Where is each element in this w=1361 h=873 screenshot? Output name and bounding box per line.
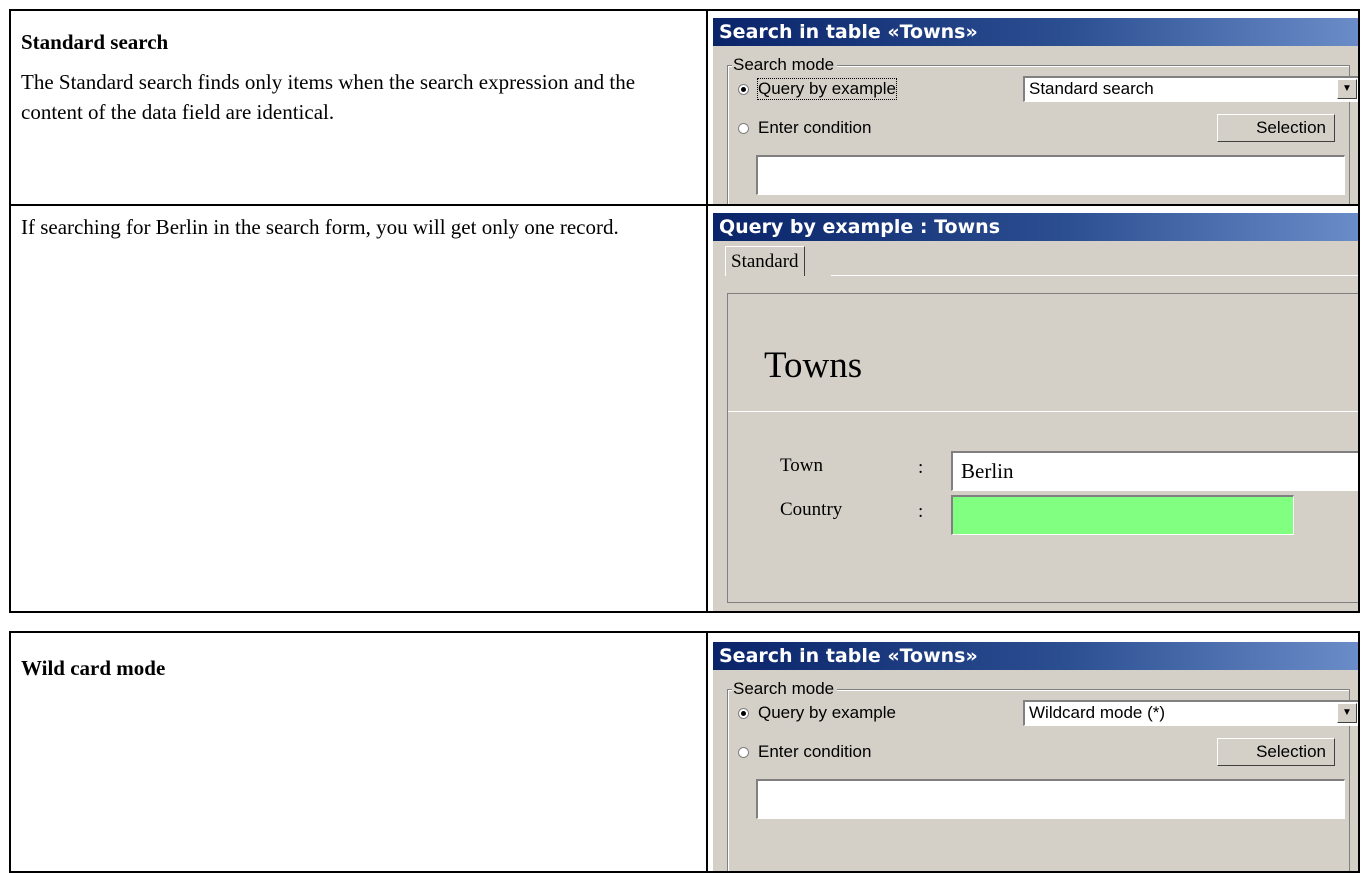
query-by-example-window: Query by example : Towns Standard Towns … xyxy=(713,213,1357,610)
condition-input[interactable] xyxy=(756,779,1345,819)
radio-label: Query by example xyxy=(757,78,897,100)
country-colon: : xyxy=(918,501,924,522)
paragraph: The Standard search finds only items whe… xyxy=(21,70,636,124)
radio-button-icon[interactable] xyxy=(738,83,749,95)
table-row: Wild card mode Search in table «Towns» S… xyxy=(9,631,1360,873)
search-type-combo[interactable]: Standard search ▼ xyxy=(1023,76,1357,102)
paragraph: If searching for Berlin in the search fo… xyxy=(21,215,619,239)
form-panel: Towns Town : Berlin Country : xyxy=(727,293,1357,603)
radio-label: Query by example xyxy=(758,703,896,722)
dialog-title: Search in table «Towns» xyxy=(713,18,1357,46)
section-heading: Standard search xyxy=(21,30,169,54)
screenshot-cell: Search in table «Towns» Search mode Quer… xyxy=(706,631,1360,873)
country-input[interactable] xyxy=(951,495,1294,535)
dialog-title: Search in table «Towns» xyxy=(713,642,1357,670)
town-label: Town xyxy=(780,455,824,476)
table-row: Standard search The Standard search find… xyxy=(9,9,1360,206)
radio-enter-condition[interactable]: Enter condition xyxy=(738,116,871,140)
table-row: If searching for Berlin in the search fo… xyxy=(9,204,1360,613)
screenshot-cell: Query by example : Towns Standard Towns … xyxy=(706,204,1360,613)
radio-query-by-example[interactable]: Query by example xyxy=(738,701,896,725)
tab-divider xyxy=(831,275,1357,276)
panel-divider xyxy=(728,411,1357,412)
text-cell: Wild card mode xyxy=(9,631,708,873)
selection-button[interactable]: Selection xyxy=(1217,114,1335,142)
section-heading: Wild card mode xyxy=(21,656,166,680)
group-label: Search mode xyxy=(732,679,838,699)
radio-label: Enter condition xyxy=(758,742,872,761)
search-type-combo[interactable]: Wildcard mode (*) ▼ xyxy=(1023,700,1357,726)
radio-enter-condition[interactable]: Enter condition xyxy=(738,740,871,764)
search-dialog: Search in table «Towns» Search mode Quer… xyxy=(713,18,1357,203)
radio-button-icon[interactable] xyxy=(738,746,749,758)
country-label: Country xyxy=(780,499,843,520)
radio-button-icon[interactable] xyxy=(738,122,749,134)
form-title: Towns xyxy=(764,345,863,386)
combo-value: Wildcard mode (*) xyxy=(1029,703,1166,722)
search-dialog: Search in table «Towns» Search mode Quer… xyxy=(713,642,1357,870)
town-input[interactable]: Berlin xyxy=(951,451,1357,491)
qbe-title: Query by example : Towns xyxy=(713,213,1357,241)
town-colon: : xyxy=(918,457,924,478)
combo-value: Standard search xyxy=(1029,79,1154,98)
text-cell: If searching for Berlin in the search fo… xyxy=(9,204,708,613)
radio-query-by-example[interactable]: Query by example xyxy=(738,77,897,101)
group-label: Search mode xyxy=(732,55,838,75)
text-cell: Standard search The Standard search find… xyxy=(9,9,708,206)
search-mode-group: Search mode Query by example Standard se… xyxy=(727,55,1357,203)
triangle-down-icon[interactable]: ▼ xyxy=(1337,79,1357,99)
search-mode-group: Search mode Query by example Wildcard mo… xyxy=(727,679,1357,870)
triangle-down-icon[interactable]: ▼ xyxy=(1337,703,1357,723)
condition-input[interactable] xyxy=(756,155,1345,195)
selection-button[interactable]: Selection xyxy=(1217,738,1335,766)
document-table-1: Standard search The Standard search find… xyxy=(9,9,1360,613)
document-table-2: Wild card mode Search in table «Towns» S… xyxy=(9,631,1360,873)
screenshot-cell: Search in table «Towns» Search mode Quer… xyxy=(706,9,1360,206)
tab-standard[interactable]: Standard xyxy=(725,246,805,276)
radio-label: Enter condition xyxy=(758,118,872,137)
radio-button-icon[interactable] xyxy=(738,707,749,719)
